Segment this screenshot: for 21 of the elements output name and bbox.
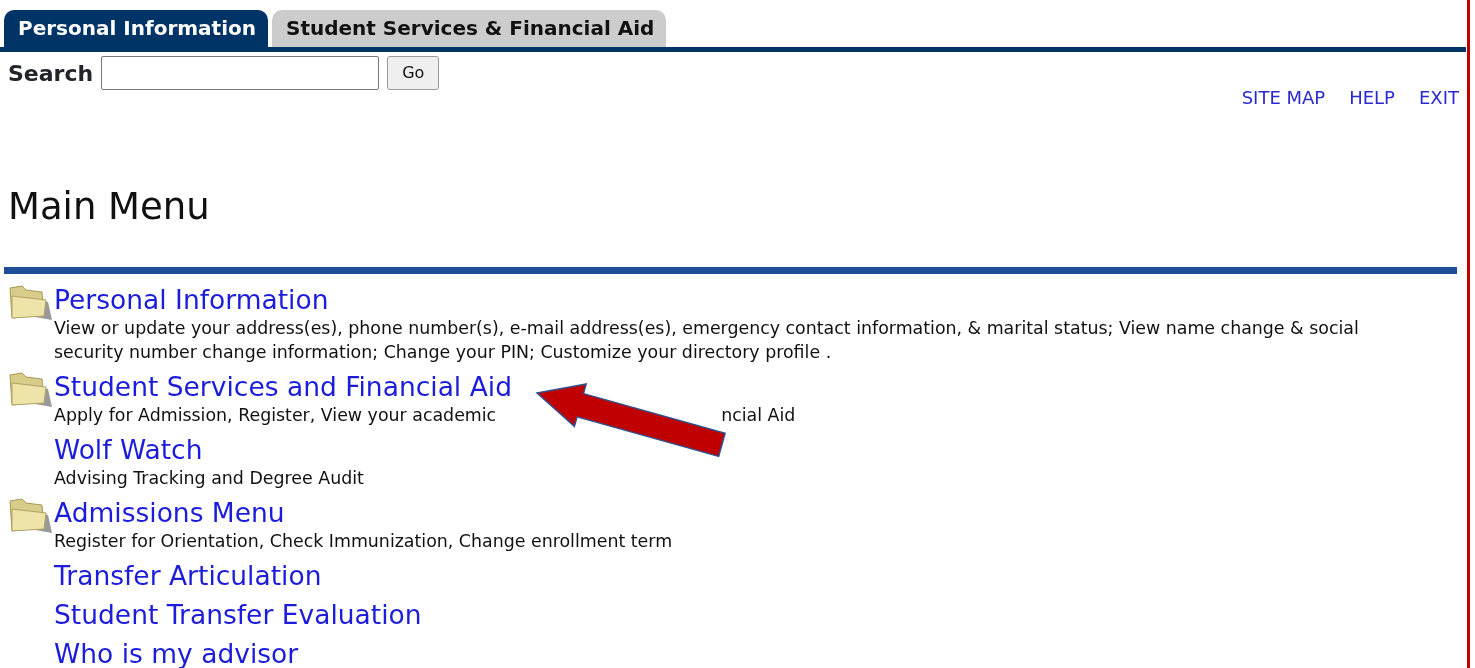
menu-link[interactable]: Admissions Menu: [54, 497, 285, 529]
search-label: Search: [8, 59, 94, 88]
menu-link[interactable]: Student Services and Financial Aid: [54, 371, 512, 403]
page-heading: Main Menu: [8, 185, 211, 229]
menu-description: ncial Aid: [721, 405, 796, 425]
menu-link[interactable]: Personal Information: [54, 284, 329, 316]
nav-link[interactable]: HELP: [1349, 84, 1395, 111]
menu-description: Advising Tracking and Degree Audit: [54, 468, 364, 488]
menu-description: Register for Orientation, Check Immunization, Change enrollment term: [54, 531, 673, 551]
menu-link[interactable]: Who is my advisor: [54, 638, 299, 668]
go-button[interactable]: Go: [387, 56, 440, 90]
menu-link[interactable]: Student Transfer Evaluation: [54, 599, 422, 631]
menu-link[interactable]: Wolf Watch: [54, 434, 203, 466]
tab[interactable]: Student Services & Financial Aid: [272, 10, 667, 47]
tab[interactable]: Personal Information: [4, 10, 268, 47]
nav-link[interactable]: SITE MAP: [1241, 84, 1326, 111]
nav-link[interactable]: EXIT: [1419, 84, 1459, 111]
menu-description: View or update your address(es), phone number(s), e-mail address(es), emergency contact information, & marital status; View name change & social security number change information; Change your PIN; Customize your directory profile .: [54, 318, 1359, 362]
search-field[interactable]: [101, 56, 380, 90]
menu-link[interactable]: Transfer Articulation: [54, 560, 322, 592]
menu-description: Apply for Admission, Register, View your academic: [54, 405, 497, 425]
